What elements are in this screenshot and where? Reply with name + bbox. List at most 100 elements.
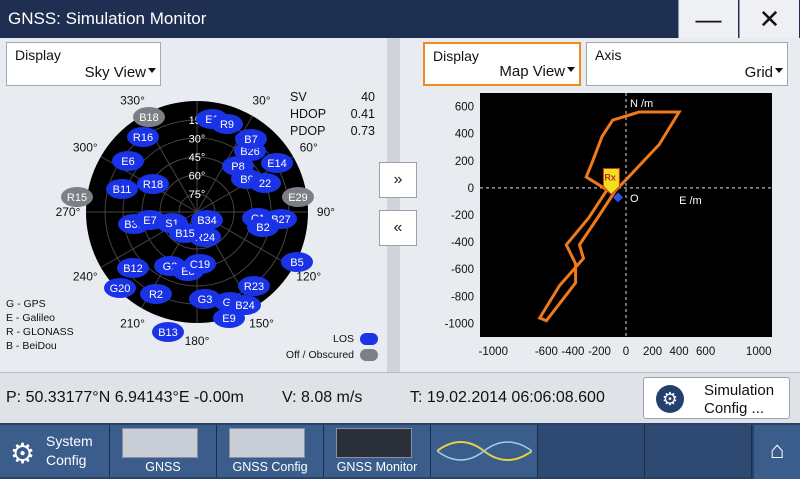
satellite-id: B5 bbox=[290, 257, 303, 269]
satellite-id: R16 bbox=[133, 132, 153, 144]
satellite-marker: E9 bbox=[213, 308, 245, 328]
legend-obscured: Off / Obscured bbox=[278, 349, 378, 365]
satellite-id: C19 bbox=[190, 259, 210, 271]
azimuth-label: 330° bbox=[120, 93, 145, 107]
task-thumbnail bbox=[122, 428, 198, 458]
home-button[interactable]: ⌂ bbox=[754, 425, 800, 479]
satellite-marker: R2 bbox=[140, 284, 172, 304]
map-plot: -1000 -600 -400 -200 0 200 400 600 1000600400200… bbox=[445, 93, 772, 358]
x-tick-label: -600 bbox=[535, 346, 558, 358]
stat-key: PDOP bbox=[290, 124, 326, 138]
legend-item: E - Galileo bbox=[6, 312, 56, 324]
satellite-marker: G20 bbox=[104, 278, 136, 298]
satellite-id: E6 bbox=[121, 156, 134, 168]
y-tick-label: 0 bbox=[468, 183, 474, 195]
satellite-id: G3 bbox=[198, 294, 213, 306]
azimuth-label: 150° bbox=[249, 317, 274, 331]
right-display-dropdown[interactable]: Display Map View bbox=[423, 42, 581, 86]
azimuth-label: 90° bbox=[317, 205, 335, 219]
satellite-marker: R16 bbox=[127, 127, 159, 147]
azimuth-label: 60° bbox=[300, 141, 318, 155]
task-label: GNSS Monitor bbox=[336, 460, 418, 474]
axis-dropdown[interactable]: Axis Grid bbox=[586, 42, 788, 86]
sim-button-line1: Simulation bbox=[704, 382, 775, 399]
y-axis-label: N /m bbox=[630, 98, 653, 110]
dop-stats: SV 40 HDOP 0.41 PDOP 0.73 bbox=[290, 90, 375, 141]
task-empty-1[interactable] bbox=[538, 425, 645, 477]
task-gnss-monitor[interactable]: GNSS Monitor bbox=[324, 425, 431, 477]
x-tick-label: -200 bbox=[588, 346, 611, 358]
y-tick-label: 200 bbox=[455, 156, 474, 168]
azimuth-label: 30° bbox=[252, 93, 270, 107]
dropdown-arrow-icon bbox=[567, 67, 575, 72]
obscured-swatch bbox=[360, 349, 378, 361]
home-icon: ⌂ bbox=[769, 437, 785, 464]
close-button[interactable]: ✕ bbox=[739, 0, 799, 38]
satellite-id: E7 bbox=[143, 215, 156, 227]
panel-divider bbox=[387, 38, 400, 372]
task-thumbnail bbox=[336, 428, 412, 458]
satellite-id: B2 bbox=[256, 222, 269, 234]
y-tick-label: 600 bbox=[455, 102, 474, 114]
x-tick-label: -1000 bbox=[479, 346, 508, 358]
x-tick-label: 400 bbox=[669, 346, 688, 358]
task-thumbnail bbox=[229, 428, 305, 458]
y-tick-label: -200 bbox=[451, 210, 474, 222]
left-display-dropdown[interactable]: Display Sky View bbox=[6, 42, 161, 86]
task-empty-2[interactable] bbox=[645, 425, 752, 477]
los-swatch bbox=[360, 333, 378, 345]
satellite-marker: B2 bbox=[247, 217, 279, 237]
satellite-marker: E14 bbox=[261, 153, 293, 173]
close-icon: ✕ bbox=[758, 4, 781, 34]
satellite-id: E29 bbox=[288, 192, 308, 204]
minimize-icon: — bbox=[695, 4, 722, 34]
stat-row: HDOP 0.41 bbox=[290, 107, 375, 124]
back-button[interactable]: « bbox=[379, 210, 417, 246]
satellite-marker: E6 bbox=[112, 151, 144, 171]
minimize-button[interactable]: — bbox=[678, 0, 738, 38]
satellite-id: B15 bbox=[175, 228, 195, 240]
simulation-config-button[interactable]: ⚙ Simulation Config ... bbox=[643, 377, 790, 419]
satellite-id: R23 bbox=[244, 281, 264, 293]
elevation-label: 60° bbox=[189, 171, 206, 183]
satellite-marker: R18 bbox=[137, 174, 169, 194]
satellite-marker: B11 bbox=[106, 179, 138, 199]
task-waveform[interactable] bbox=[431, 425, 538, 477]
satellite-id: B12 bbox=[123, 263, 143, 275]
stat-value: 0.41 bbox=[350, 107, 375, 121]
satellite-id: R18 bbox=[143, 179, 163, 191]
elevation-label: 30° bbox=[189, 134, 206, 146]
legend-item: G - GPS bbox=[6, 298, 46, 310]
task-gnss[interactable]: GNSS bbox=[110, 425, 217, 477]
satellite-id: B18 bbox=[139, 112, 159, 124]
legend-los: LOS bbox=[278, 333, 378, 349]
satellite-id: B11 bbox=[113, 184, 132, 196]
satellite-marker: R9 bbox=[211, 114, 243, 134]
x-tick-label: 200 bbox=[643, 346, 662, 358]
satellite-marker: C19 bbox=[184, 254, 216, 274]
position-readout: P: 50.33177°N 6.94143°E -0.00m bbox=[6, 389, 244, 406]
satellite-id: 22 bbox=[259, 178, 271, 190]
receiver-label: Rx bbox=[604, 172, 616, 182]
dropdown-value: Sky View bbox=[84, 64, 146, 81]
task-gnss-config[interactable]: GNSS Config bbox=[217, 425, 324, 477]
title-bar: GNSS: Simulation Monitor — ✕ bbox=[0, 0, 800, 38]
system-config-button[interactable]: ⚙ System Config bbox=[0, 425, 110, 477]
legend-item: R - GLONASS bbox=[6, 326, 74, 338]
elevation-label: 75° bbox=[189, 189, 206, 201]
waveform-icon bbox=[437, 441, 532, 461]
y-tick-label: 400 bbox=[455, 129, 474, 141]
y-tick-label: -400 bbox=[451, 237, 474, 249]
stat-value: 40 bbox=[361, 90, 375, 104]
dropdown-arrow-icon bbox=[148, 68, 156, 73]
azimuth-label: 300° bbox=[73, 141, 98, 155]
satellite-marker: B12 bbox=[117, 258, 149, 278]
forward-button[interactable]: » bbox=[379, 162, 417, 198]
satellite-marker: B15 bbox=[169, 223, 201, 243]
y-tick-label: -1000 bbox=[445, 318, 474, 330]
x-axis-label: E /m bbox=[679, 195, 702, 207]
window-title: GNSS: Simulation Monitor bbox=[8, 9, 207, 28]
stat-key: SV bbox=[290, 90, 307, 104]
y-tick-label: -800 bbox=[451, 291, 474, 303]
stat-value: 0.73 bbox=[350, 124, 375, 138]
